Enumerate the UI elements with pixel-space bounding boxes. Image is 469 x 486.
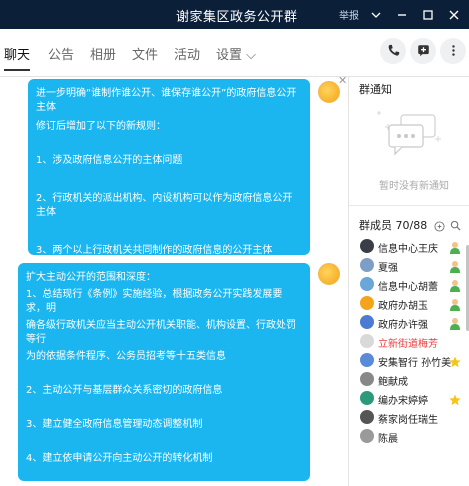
search-icon[interactable] bbox=[450, 216, 461, 235]
avatar[interactable] bbox=[360, 296, 374, 310]
member-name: 夏强 bbox=[378, 263, 398, 274]
message-line: 确各级行政机关应当主动公开机关职能、机构设置、行政处罚等行 bbox=[26, 320, 296, 345]
member-name: 编办宋婷婷 bbox=[378, 396, 428, 407]
window-actions: 举报 bbox=[339, 0, 469, 29]
report-label: 举报 bbox=[339, 11, 359, 22]
more-button[interactable] bbox=[440, 38, 466, 64]
title-bar: 谢家集区政务公开群 举报 bbox=[0, 0, 469, 29]
call-button[interactable] bbox=[380, 38, 406, 64]
member-item[interactable]: 信息中心胡蕾 bbox=[349, 275, 469, 294]
message-line: 2、行政机关的派出机构、内设机构可以作为政府信息公开主体 bbox=[36, 193, 293, 218]
member-name: 立新街道梅芳 bbox=[378, 339, 438, 350]
tab-activity[interactable]: 活动 bbox=[174, 44, 200, 63]
avatar[interactable] bbox=[360, 277, 374, 291]
tab-bar: 聊天 公告 相册 文件 活动 设置 ⌵ bbox=[0, 29, 469, 77]
plus-box-icon bbox=[417, 42, 430, 61]
more-icon bbox=[447, 42, 460, 61]
sender-avatar[interactable] bbox=[318, 81, 340, 103]
avatar[interactable] bbox=[360, 391, 374, 405]
avatar[interactable] bbox=[360, 334, 374, 348]
avatar[interactable] bbox=[360, 239, 374, 253]
chevron-down-icon[interactable] bbox=[365, 0, 387, 29]
close-icon[interactable] bbox=[443, 0, 465, 29]
message-line: 为的依据条件程序、公务员招考等十五类信息 bbox=[26, 351, 226, 362]
close-icon[interactable]: ✕ bbox=[338, 77, 347, 87]
avatar[interactable] bbox=[360, 429, 374, 443]
member-name: 信息中心王庆 bbox=[378, 244, 438, 255]
report-button[interactable]: 举报 bbox=[339, 7, 359, 22]
invite-icon[interactable] bbox=[434, 217, 445, 236]
member-item[interactable]: 鲍献成 bbox=[349, 370, 469, 389]
minimize-icon[interactable] bbox=[391, 0, 413, 29]
avatar[interactable] bbox=[360, 410, 374, 424]
member-item[interactable]: 夏强 bbox=[349, 256, 469, 275]
member-list[interactable]: 信息中心王庆 夏强信息中心胡蕾 政府办胡玉政府办许强立新街道梅芳安集智行 孙竹美 鲍献… bbox=[349, 237, 469, 446]
member-item[interactable]: 安集智行 孙竹美 bbox=[349, 351, 469, 370]
member-name: 陈晨 bbox=[378, 434, 398, 445]
message-line: 1、涉及政府信息公开的主体问题 bbox=[36, 155, 183, 166]
tab-files[interactable]: 文件 bbox=[132, 44, 158, 63]
member-name: 政府办胡玉 bbox=[378, 301, 428, 312]
message-bubble[interactable]: 进一步明确“谁制作谁公开、谁保存谁公开”的政府信息公开主体 修订后增加了以下的新… bbox=[28, 79, 310, 256]
phone-icon bbox=[387, 42, 400, 61]
member-item[interactable]: 编办宋婷婷 bbox=[349, 389, 469, 408]
tab-album[interactable]: 相册 bbox=[90, 44, 116, 63]
empty-notice-icon bbox=[373, 105, 445, 169]
divider bbox=[349, 205, 469, 206]
member-item[interactable]: 陈晨 bbox=[349, 427, 469, 446]
window-title: 谢家集区政务公开群 bbox=[176, 10, 298, 25]
message-line: 3、两个以上行政机关共同制作的政府信息的公开主体 bbox=[36, 245, 273, 256]
message-line: 3、建立健全政府信息管理动态调整机制 bbox=[26, 419, 203, 430]
member-name: 安集智行 孙竹美 bbox=[378, 358, 452, 369]
add-app-button[interactable] bbox=[410, 38, 436, 64]
member-name: 鲍献成 bbox=[378, 377, 408, 388]
member-name: 信息中心胡蕾 bbox=[378, 282, 438, 293]
avatar[interactable] bbox=[360, 258, 374, 272]
notice-empty-text: 暂时没有新通知 bbox=[379, 181, 449, 192]
member-item[interactable]: 立新街道梅芳 bbox=[349, 332, 469, 351]
avatar[interactable] bbox=[360, 372, 374, 386]
message-line: 修订后增加了以下的新规则： bbox=[36, 121, 166, 132]
avatar[interactable] bbox=[360, 315, 374, 329]
sender-avatar[interactable] bbox=[318, 263, 340, 285]
message-bubble[interactable]: 扩大主动公开的范围和深度： 1、总结现行《条例》实施经验，根据政务公开实践发展要… bbox=[18, 263, 310, 481]
notice-title: 群通知 bbox=[359, 83, 392, 96]
member-name: 蔡家岗任瑞生 bbox=[378, 415, 438, 426]
active-tab-indicator bbox=[4, 69, 30, 71]
message-line: 2、主动公开与基层群众关系密切的政府信息 bbox=[26, 385, 223, 396]
right-panel: 群通知 暂时没有新通知 群成员 70/88 信息中心王庆 夏强信息中心胡蕾 政府办胡… bbox=[348, 77, 469, 486]
maximize-icon[interactable] bbox=[417, 0, 439, 29]
chat-area[interactable]: ✕ 进一步明确“谁制作谁公开、谁保存谁公开”的政府信息公开主体 修订后增加了以下… bbox=[0, 77, 348, 486]
member-item[interactable]: 蔡家岗任瑞生 bbox=[349, 408, 469, 427]
avatar[interactable] bbox=[360, 353, 374, 367]
member-item[interactable]: 信息中心王庆 bbox=[349, 237, 469, 256]
member-item[interactable]: 政府办许强 bbox=[349, 313, 469, 332]
member-item[interactable]: 政府办胡玉 bbox=[349, 294, 469, 313]
message-line: 扩大主动公开的范围和深度： bbox=[26, 272, 156, 283]
members-title: 群成员 70/88 bbox=[359, 219, 428, 232]
tab-announcement[interactable]: 公告 bbox=[48, 44, 74, 63]
member-name: 政府办许强 bbox=[378, 320, 428, 331]
message-line: 1、总结现行《条例》实施经验，根据政务公开实践发展要求，明 bbox=[26, 289, 283, 314]
message-line: 进一步明确“谁制作谁公开、谁保存谁公开”的政府信息公开主体 bbox=[36, 88, 297, 113]
tab-settings[interactable]: 设置 ⌵ bbox=[216, 44, 256, 63]
message-line: 4、建立依申请公开向主动公开的转化机制 bbox=[26, 453, 213, 464]
tab-chat[interactable]: 聊天 bbox=[4, 44, 30, 63]
